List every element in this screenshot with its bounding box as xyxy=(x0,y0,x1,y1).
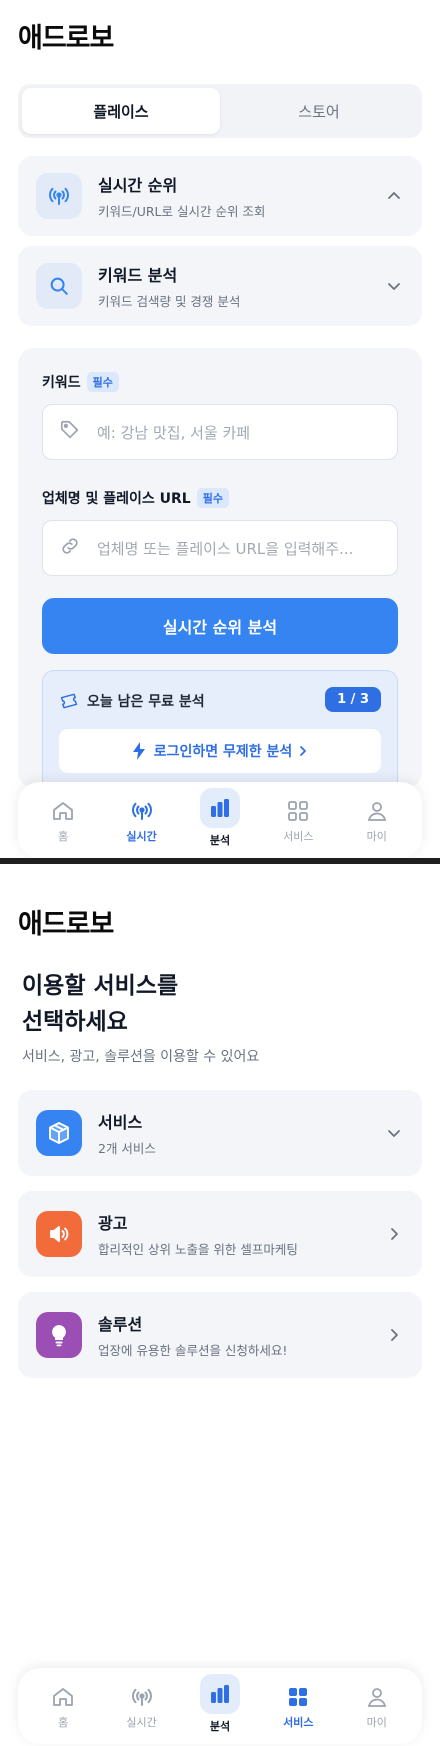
service-title: 서비스 xyxy=(98,1113,143,1132)
home-icon xyxy=(51,796,75,826)
platform-tabs: 플레이스 스토어 xyxy=(18,84,422,138)
page-title-line2: 선택하세요 xyxy=(22,1009,128,1035)
tab-place[interactable]: 플레이스 xyxy=(22,88,220,134)
chevron-down-icon[interactable] xyxy=(384,276,404,296)
required-badge: 필수 xyxy=(86,372,119,392)
nav-services[interactable]: 서비스 xyxy=(266,796,330,844)
app-logo: 애드로보 xyxy=(18,23,114,54)
keyword-input[interactable]: 예: 강남 맛집, 서울 카페 xyxy=(42,404,398,460)
user-icon xyxy=(366,796,388,826)
chevron-right-icon[interactable] xyxy=(384,1224,404,1244)
nav-label: 마이 xyxy=(366,830,387,843)
nav-services[interactable]: 서비스 xyxy=(266,1682,330,1730)
accordion-title: 키워드 분석 xyxy=(98,266,178,285)
chevron-right-icon[interactable] xyxy=(384,1325,404,1345)
bottom-nav: 홈 실시간 분석 서비스 마이 xyxy=(18,782,422,858)
service-card-solutions[interactable]: 솔루션 업장에 유용한 솔루션을 신청하세요! xyxy=(18,1292,422,1378)
free-analysis-box: 오늘 남은 무료 분석 1 / 3 로그인하면 무제한 분석 xyxy=(42,670,398,800)
free-analysis-title-text: 오늘 남은 무료 분석 xyxy=(87,694,205,710)
chevron-right-icon xyxy=(298,745,308,757)
realtime-rank-submit-button[interactable]: 실시간 순위 분석 xyxy=(42,598,398,654)
nav-label: 실시간 xyxy=(126,830,157,843)
accordion-realtime-rank[interactable]: 실시간 순위 키워드/URL로 실시간 순위 조회 xyxy=(18,156,422,236)
nav-realtime[interactable]: 실시간 xyxy=(110,796,174,844)
nav-analysis[interactable]: 분석 xyxy=(188,1674,252,1734)
bar-chart-icon xyxy=(199,788,240,828)
free-analysis-title: 오늘 남은 무료 분석 xyxy=(59,691,205,711)
lightbulb-icon xyxy=(36,1312,82,1358)
business-label-text: 업체명 및 플레이스 URL xyxy=(42,491,191,507)
signal-icon xyxy=(130,1682,154,1712)
nav-home[interactable]: 홈 xyxy=(31,796,95,844)
bottom-nav: 홈 실시간 분석 서비스 마이 xyxy=(18,1668,422,1744)
service-subtitle: 업장에 유용한 솔루션을 신청하세요! xyxy=(98,1343,288,1358)
nav-label: 실시간 xyxy=(126,1716,157,1729)
home-icon xyxy=(51,1682,75,1712)
chevron-up-icon[interactable] xyxy=(384,186,404,206)
nav-label: 홈 xyxy=(58,1716,69,1729)
service-card-services[interactable]: 서비스 2개 서비스 xyxy=(18,1090,422,1176)
analysis-screen: 애드로보 플레이스 스토어 실시간 순위 키워드/URL로 실시간 순위 조회 … xyxy=(0,0,440,860)
accordion-keyword-analysis[interactable]: 키워드 분석 키워드 검색량 및 경쟁 분석 xyxy=(18,246,422,326)
accordion-subtitle: 키워드 검색량 및 경쟁 분석 xyxy=(98,294,241,309)
signal-icon xyxy=(36,173,82,219)
nav-label: 분석 xyxy=(209,1720,231,1733)
accordion-title: 실시간 순위 xyxy=(98,176,178,195)
megaphone-icon xyxy=(36,1211,82,1257)
service-title: 솔루션 xyxy=(98,1315,143,1334)
login-unlimited-label: 로그인하면 무제한 분석 xyxy=(153,744,293,760)
rank-search-form: 키워드 필수 예: 강남 맛집, 서울 카페 업체명 및 플레이스 URL 필수… xyxy=(18,348,422,800)
chevron-down-icon[interactable] xyxy=(384,1123,404,1143)
business-label: 업체명 및 플레이스 URL 필수 xyxy=(42,488,229,508)
business-url-placeholder: 업체명 또는 플레이스 URL을 입력해주... xyxy=(97,539,354,558)
keyword-placeholder: 예: 강남 맛집, 서울 카페 xyxy=(97,423,251,442)
lightning-icon xyxy=(132,742,146,760)
signal-icon xyxy=(130,796,154,826)
user-icon xyxy=(366,1682,388,1712)
nav-label: 홈 xyxy=(58,830,69,843)
grid-icon xyxy=(287,796,309,826)
keyword-label-text: 키워드 xyxy=(42,375,81,391)
nav-label: 서비스 xyxy=(283,1716,314,1729)
services-screen: 애드로보 이용할 서비스를 선택하세요 서비스, 광고, 솔루션을 이용할 수 … xyxy=(0,864,440,1746)
nav-home[interactable]: 홈 xyxy=(31,1682,95,1730)
nav-my[interactable]: 마이 xyxy=(345,1682,409,1730)
service-title: 광고 xyxy=(98,1214,128,1233)
box-icon xyxy=(36,1110,82,1156)
page-title: 이용할 서비스를 선택하세요 xyxy=(22,968,178,1040)
nav-realtime[interactable]: 실시간 xyxy=(110,1682,174,1730)
business-url-input[interactable]: 업체명 또는 플레이스 URL을 입력해주... xyxy=(42,520,398,576)
required-badge: 필수 xyxy=(196,488,229,508)
page-title-line1: 이용할 서비스를 xyxy=(22,973,179,999)
nav-label: 서비스 xyxy=(283,830,314,843)
page-subtitle: 서비스, 광고, 솔루션을 이용할 수 있어요 xyxy=(22,1049,260,1065)
grid-icon xyxy=(287,1682,309,1712)
app-logo: 애드로보 xyxy=(18,909,114,940)
keyword-label: 키워드 필수 xyxy=(42,372,119,392)
free-analysis-count-badge: 1 / 3 xyxy=(325,687,381,712)
nav-label: 분석 xyxy=(209,834,231,847)
accordion-subtitle: 키워드/URL로 실시간 순위 조회 xyxy=(98,204,266,219)
login-unlimited-button[interactable]: 로그인하면 무제한 분석 xyxy=(59,729,381,773)
bar-chart-icon xyxy=(199,1674,240,1714)
service-subtitle: 2개 서비스 xyxy=(98,1141,156,1156)
nav-analysis[interactable]: 분석 xyxy=(188,788,252,848)
nav-label: 마이 xyxy=(366,1716,387,1729)
tab-store[interactable]: 스토어 xyxy=(220,88,418,134)
ticket-icon xyxy=(59,692,79,710)
link-icon xyxy=(59,535,81,561)
tag-icon xyxy=(59,419,81,445)
service-card-ads[interactable]: 광고 합리적인 상위 노출을 위한 셀프마케팅 xyxy=(18,1191,422,1277)
search-icon xyxy=(36,263,82,309)
service-subtitle: 합리적인 상위 노출을 위한 셀프마케팅 xyxy=(98,1242,298,1257)
nav-my[interactable]: 마이 xyxy=(345,796,409,844)
